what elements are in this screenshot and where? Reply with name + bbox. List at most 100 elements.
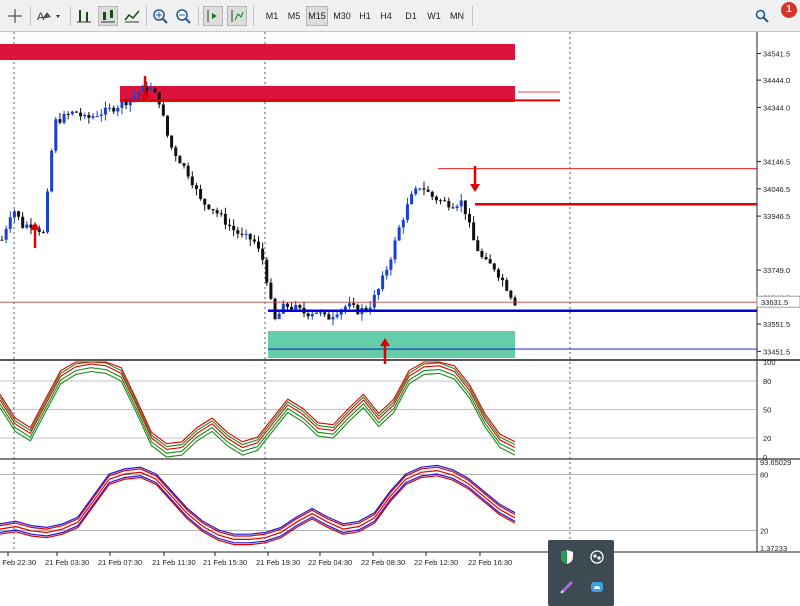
candle-body	[381, 275, 385, 290]
candle-body	[348, 303, 352, 307]
stoch1-line	[0, 361, 516, 448]
candle-body	[21, 216, 25, 228]
network-icon[interactable]	[585, 545, 609, 569]
candle-body	[219, 213, 223, 215]
candle-body	[83, 114, 87, 117]
candle-body	[319, 312, 323, 314]
shield-icon[interactable]	[555, 545, 579, 569]
stoch2-line	[0, 469, 516, 540]
candle-body	[244, 233, 248, 235]
time-label: 21 Feb 19:30	[256, 558, 300, 567]
candle-body	[170, 135, 174, 148]
candle-body	[108, 107, 112, 109]
candle-body	[393, 240, 397, 260]
osc1-label: 100	[763, 358, 776, 367]
candle-body	[215, 210, 219, 214]
candle-body	[74, 111, 78, 113]
timeframe-w1[interactable]: W1	[424, 6, 444, 26]
candle-body	[443, 200, 447, 202]
zoom-out-icon[interactable]	[173, 6, 193, 26]
chart-shift-icon[interactable]	[227, 6, 247, 26]
time-label: 21 Feb 07:30	[98, 558, 142, 567]
candle-body	[199, 188, 203, 199]
candle-body	[505, 280, 509, 291]
candle-body	[248, 233, 252, 240]
timeframe-h4[interactable]: H4	[377, 6, 395, 26]
candle-body	[25, 224, 29, 228]
auto-scroll-icon[interactable]	[203, 6, 223, 26]
candle-body	[335, 314, 339, 318]
candle-body	[389, 259, 393, 270]
timeframe-d1[interactable]: D1	[402, 6, 420, 26]
candle-body	[223, 213, 227, 225]
candle-body	[323, 312, 327, 315]
quick-tools-popup	[548, 540, 614, 606]
candle-body	[265, 259, 269, 283]
candle-body	[430, 191, 434, 197]
candle-body	[314, 312, 318, 314]
candle-body	[103, 107, 107, 115]
candle-body	[99, 114, 103, 116]
time-label: 22 Feb 04:30	[308, 558, 352, 567]
crosshair-line-icon[interactable]	[6, 6, 24, 26]
candle-body	[232, 225, 236, 231]
price-label: 33946.5	[763, 212, 790, 221]
osc1-label: 20	[763, 434, 771, 443]
candle-body	[476, 240, 480, 251]
candle-body	[451, 207, 455, 209]
search-icon[interactable]	[754, 6, 770, 26]
candle-body	[228, 224, 232, 226]
shapes-dropdown-icon[interactable]	[38, 6, 64, 26]
candle-body	[165, 115, 169, 136]
price-label: 33551.5	[763, 320, 790, 329]
candle-body	[70, 111, 74, 115]
candle-body	[124, 101, 128, 106]
candle-body	[410, 194, 414, 205]
time-label: 22 Feb 12:30	[414, 558, 458, 567]
candle-body	[492, 263, 496, 270]
timeframe-h1[interactable]: H1	[356, 6, 374, 26]
stoch2-line	[0, 473, 516, 544]
candle-body	[257, 241, 260, 249]
candle-body	[310, 313, 314, 317]
price-label: 34146.5	[763, 157, 790, 166]
candle-body	[186, 165, 190, 177]
bar-chart-icon[interactable]	[74, 6, 94, 26]
candle-body	[352, 303, 356, 305]
pen-icon[interactable]	[555, 575, 579, 599]
osc2-label: 80	[760, 471, 768, 480]
candle-body	[17, 211, 21, 217]
candle-body	[269, 282, 273, 299]
alert-badge[interactable]: 1	[781, 2, 797, 18]
candle-body	[455, 206, 459, 209]
candle-body	[376, 289, 380, 295]
candle-body	[120, 101, 124, 108]
candle-body	[484, 257, 488, 260]
candlestick-chart-icon[interactable]	[98, 6, 118, 26]
price-label: 33451.5	[763, 347, 790, 356]
candle-body	[397, 227, 401, 241]
line-chart-icon[interactable]	[122, 6, 142, 26]
candle-body	[54, 119, 58, 151]
timeframe-m30[interactable]: M30	[330, 6, 354, 26]
arrow-head	[470, 184, 480, 192]
candle-body	[203, 198, 207, 205]
timeframe-m15[interactable]: M15	[306, 6, 328, 26]
chart-area[interactable]: 34541.5 34444.0 34344.0 34146.5 34046.5 33946…	[0, 32, 800, 606]
candle-body	[472, 222, 476, 241]
time-label: 21 Feb 15:30	[203, 558, 247, 567]
candle-body	[385, 269, 389, 276]
timeframe-mn[interactable]: MN	[446, 6, 468, 26]
candle-body	[509, 290, 513, 298]
candle-body	[153, 88, 157, 93]
candle-body	[50, 150, 54, 192]
price-chart[interactable]: 34541.5 34444.0 34344.0 34146.5 34046.5 33946…	[0, 32, 800, 574]
price-label: 34541.5	[763, 49, 790, 58]
candle-body	[463, 200, 467, 215]
timeframe-m1[interactable]: M1	[262, 6, 282, 26]
candle-body	[4, 228, 8, 240]
cloud-icon[interactable]	[585, 575, 609, 599]
timeframe-m5[interactable]: M5	[284, 6, 304, 26]
zoom-in-icon[interactable]	[150, 6, 170, 26]
price-label: 34046.5	[763, 185, 790, 194]
